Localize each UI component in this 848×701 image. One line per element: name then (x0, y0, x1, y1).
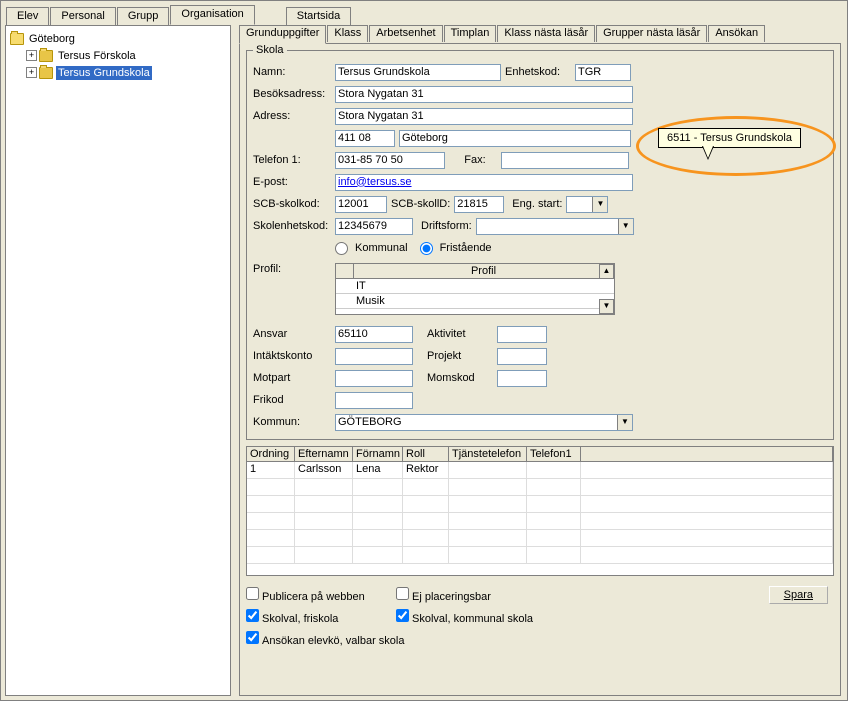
label-scb-skolld: SCB-skollD: (391, 198, 450, 210)
chevron-down-icon[interactable]: ▼ (618, 219, 633, 234)
label-driftsform: Driftsform: (421, 220, 472, 232)
tree-root[interactable]: Göteborg (10, 30, 226, 47)
label-frikod: Frikod (253, 394, 335, 406)
label-motpart: Motpart (253, 372, 335, 384)
frikod-input[interactable] (335, 392, 413, 409)
tab-grupp[interactable]: Grupp (117, 7, 170, 25)
label-scb-skolkod: SCB-skolkod: (253, 198, 335, 210)
scb-skolld-input[interactable] (454, 196, 504, 213)
aktivitet-input[interactable] (497, 326, 547, 343)
ansvar-input[interactable] (335, 326, 413, 343)
tree-child-1-label: Tersus Grundskola (56, 66, 152, 80)
profile-row-0[interactable]: IT (356, 280, 366, 292)
tab-startsida[interactable]: Startsida (286, 7, 351, 25)
driftsform-select[interactable]: ▼ (476, 218, 634, 235)
tab-personal[interactable]: Personal (50, 7, 115, 25)
fax-input[interactable] (501, 152, 629, 169)
expand-icon[interactable]: + (26, 67, 37, 78)
folder-open-icon (10, 33, 24, 45)
skolenhetskod-input[interactable] (335, 218, 413, 235)
label-enhetskod: Enhetskod: (501, 66, 575, 78)
scroll-up-icon[interactable]: ▲ (599, 264, 614, 279)
eng-start-select[interactable]: ▼ (566, 196, 608, 213)
tab-organisation[interactable]: Organisation (170, 5, 254, 25)
staff-grid[interactable]: Ordning Efternamn Förnamn Roll Tjänstete… (246, 446, 834, 576)
label-kommun: Kommun: (253, 416, 335, 428)
label-telefon1: Telefon 1: (253, 154, 335, 166)
gh-roll[interactable]: Roll (403, 447, 449, 461)
postnr-input[interactable] (335, 130, 395, 147)
tab-grunduppgifter[interactable]: Grunduppgifter (239, 25, 326, 44)
intaktskonto-input[interactable] (335, 348, 413, 365)
chk-ansokan[interactable]: Ansökan elevkö, valbar skola (246, 631, 404, 647)
tab-grupper-nasta[interactable]: Grupper nästa läsår (596, 25, 707, 42)
besoksadress-input[interactable] (335, 86, 633, 103)
fieldset-skola-legend: Skola (253, 44, 287, 56)
label-skolenhetskod: Skolenhetskod: (253, 220, 335, 232)
expand-icon[interactable]: + (26, 50, 37, 61)
label-profil: Profil: (253, 263, 335, 275)
chk-ejplacer[interactable]: Ej placeringsbar (396, 587, 491, 603)
spara-button[interactable]: Spara (769, 586, 828, 604)
folder-icon (39, 67, 53, 79)
radio-fristaende[interactable]: Fristående (420, 242, 492, 255)
tree-child-0-label: Tersus Förskola (56, 49, 138, 63)
ort-input[interactable] (399, 130, 631, 147)
adress-input[interactable] (335, 108, 633, 125)
tab-ansokan[interactable]: Ansökan (708, 25, 765, 42)
chk-publicera[interactable]: Publicera på webben (246, 587, 396, 603)
telefon1-input[interactable] (335, 152, 445, 169)
folder-icon (39, 50, 53, 62)
profile-header-blank (336, 264, 354, 278)
fieldset-skola: Skola Namn: Enhetskod: Besöksadress: Adr… (246, 50, 834, 440)
tree-root-label: Göteborg (27, 32, 77, 46)
projekt-input[interactable] (497, 348, 547, 365)
label-projekt: Projekt (427, 350, 497, 362)
table-row[interactable]: 1 Carlsson Lena Rektor (247, 462, 833, 479)
chevron-down-icon[interactable]: ▼ (617, 415, 632, 430)
enhetskod-input[interactable] (575, 64, 631, 81)
scb-skolkod-input[interactable] (335, 196, 387, 213)
annotation-balloon: 6511 - Tersus Grundskola (658, 128, 801, 148)
scroll-down-icon[interactable]: ▼ (599, 299, 614, 314)
tab-arbetsenhet[interactable]: Arbetsenhet (369, 25, 442, 42)
kommun-select[interactable]: GÖTEBORG ▼ (335, 414, 633, 431)
motpart-input[interactable] (335, 370, 413, 387)
chevron-down-icon[interactable]: ▼ (592, 197, 607, 212)
tab-elev[interactable]: Elev (6, 7, 49, 25)
profile-list[interactable]: Profil IT Musik ▲ ▼ (335, 263, 615, 315)
gh-efternamn[interactable]: Efternamn (295, 447, 353, 461)
profile-row-1[interactable]: Musik (356, 295, 385, 307)
radio-kommunal[interactable]: Kommunal (335, 242, 408, 255)
gh-fornamn[interactable]: Förnamn (353, 447, 403, 461)
tab-timplan[interactable]: Timplan (444, 25, 497, 42)
gh-telefon1[interactable]: Telefon1 (527, 447, 581, 461)
label-epost: E-post: (253, 176, 335, 188)
label-namn: Namn: (253, 66, 335, 78)
tree-panel: Göteborg + Tersus Förskola + Tersus Grun… (5, 25, 231, 696)
label-eng-start: Eng. start: (512, 198, 562, 210)
tab-klass-nasta[interactable]: Klass nästa läsår (497, 25, 595, 42)
label-ansvar: Ansvar (253, 328, 335, 340)
label-aktivitet: Aktivitet (427, 328, 497, 340)
label-adress: Adress: (253, 110, 335, 122)
label-intaktskonto: Intäktskonto (253, 350, 335, 362)
label-besoksadress: Besöksadress: (253, 88, 335, 100)
gh-ordning[interactable]: Ordning (247, 447, 295, 461)
chk-skolval-kom[interactable]: Skolval, kommunal skola (396, 609, 533, 625)
tab-klass[interactable]: Klass (327, 25, 368, 42)
gh-tjanstetelefon[interactable]: Tjänstetelefon (449, 447, 527, 461)
profile-header-profil: Profil (354, 264, 614, 278)
momskod-input[interactable] (497, 370, 547, 387)
label-momskod: Momskod (427, 372, 497, 384)
chk-skolval-fri[interactable]: Skolval, friskola (246, 609, 396, 625)
label-fax: Fax: (445, 154, 501, 166)
tree-child-1[interactable]: + Tersus Grundskola (10, 64, 226, 81)
tree-child-0[interactable]: + Tersus Förskola (10, 47, 226, 64)
epost-link[interactable]: info@tersus.se (338, 176, 412, 188)
namn-input[interactable] (335, 64, 501, 81)
